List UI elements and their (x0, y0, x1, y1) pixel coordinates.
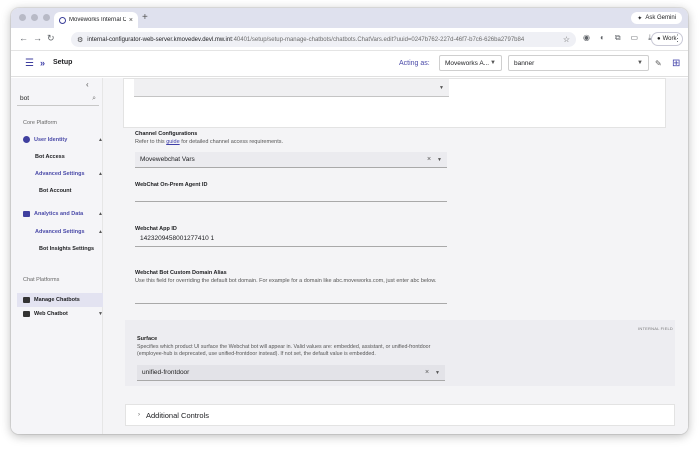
channel-configurations-help: Refer to this guide for detailed channel… (135, 139, 283, 145)
sidebar-item-label: Manage Chatbots (34, 297, 80, 303)
browser-menu-icon[interactable]: ⋮ (673, 33, 682, 44)
help-text: Refer to this (135, 139, 165, 145)
chevron-down-icon[interactable]: ▼ (435, 370, 440, 376)
url-path: :40401/setup/setup-manage-chatbots/chatb… (231, 36, 525, 43)
chevron-down-icon[interactable]: ▼ (437, 157, 442, 163)
channel-configurations-label: Channel Configurations (135, 131, 198, 137)
sidepanel-icon[interactable]: ▭ (631, 33, 639, 43)
main-content: ▼ Channel Configurations Refer to this g… (103, 78, 688, 434)
sidebar-item-advanced-settings[interactable]: Advanced Settings ▲ (35, 171, 103, 177)
sidebar-item-analytics[interactable]: Analytics and Data ▲ (23, 211, 103, 217)
sidebar-item-label: Web Chatbot (34, 311, 68, 317)
org-select[interactable]: banner ▼ (508, 55, 649, 71)
chat-icon (23, 297, 30, 303)
back-icon[interactable]: ← (19, 33, 28, 43)
analytics-icon (23, 211, 30, 217)
onprem-agent-id-input[interactable] (135, 186, 447, 202)
internal-field-badge: INTERNAL FIELD (638, 326, 673, 331)
edit-pencil-icon[interactable]: ✎ (655, 59, 662, 68)
surface-label: Surface (137, 336, 158, 342)
sidebar-item-label: Bot Access (35, 154, 65, 160)
apps-grid-icon[interactable]: ⊞ (672, 58, 680, 69)
hamburger-menu-icon[interactable]: ☰ (25, 58, 34, 69)
chevron-down-icon: ▼ (439, 85, 444, 91)
sidebar-item-label: Bot Insights Settings (39, 246, 94, 252)
channel-configurations-select[interactable]: Movewebchat Vars × ▼ (135, 152, 447, 168)
collapse-sidebar-icon[interactable]: ‹ (86, 80, 89, 89)
additional-controls-accordion[interactable]: › Additional Controls (125, 404, 675, 426)
sidebar-search-input[interactable]: bot ⌕ (17, 92, 99, 106)
guide-link[interactable]: guide (166, 139, 179, 145)
gemini-icon: ✦ (637, 15, 643, 22)
sidebar-item-web-chatbot[interactable]: Web Chatbot ▼ (23, 311, 103, 317)
section-core-platform: Core Platform (23, 120, 57, 126)
custom-domain-alias-help: Use this field for overriding the defaul… (135, 278, 437, 284)
reload-icon[interactable]: ↻ (47, 33, 55, 44)
sidebar-item-bot-access[interactable]: Bot Access (35, 154, 103, 160)
sidebar: ‹ bot ⌕ Core Platform User Identity ▲ Bo… (11, 78, 103, 434)
clear-icon[interactable]: × (427, 156, 431, 163)
sidebar-item-label: Advanced Settings (35, 229, 85, 235)
browser-tab[interactable]: Moveworks Internal Configura × (54, 12, 138, 28)
chevron-down-icon: ▼ (490, 60, 496, 66)
sidebar-item-user-identity[interactable]: User Identity ▲ (23, 136, 103, 143)
custom-domain-alias-input[interactable] (135, 288, 447, 304)
sidebar-item-label: Bot Account (39, 188, 72, 194)
window-controls[interactable] (19, 14, 50, 21)
ask-gemini-button[interactable]: ✦ Ask Gemini (631, 12, 682, 24)
section-chat-platforms: Chat Platforms (23, 277, 60, 283)
org-value: banner (514, 59, 535, 67)
sidebar-item-label: Analytics and Data (34, 211, 84, 217)
surface-help: Specifies which product UI surface the W… (137, 344, 431, 357)
sidebar-item-bot-account[interactable]: Bot Account (39, 188, 103, 194)
chat-icon (23, 311, 30, 317)
search-icon[interactable]: ⌕ (92, 95, 96, 103)
address-bar[interactable]: ⚙ internal-configurator-web-server.kmove… (71, 32, 576, 47)
tab-title: Moveworks Internal Configura (69, 17, 126, 23)
acting-as-value: Moveworks A... (445, 59, 490, 67)
sidebar-item-bot-insights-settings[interactable]: Bot Insights Settings (39, 246, 103, 252)
url-host: internal-configurator-web-server.kmovede… (87, 36, 232, 43)
webchat-app-id-input[interactable]: 1423209458001277410 1 (135, 231, 447, 247)
app-header: ☰ » Setup Acting as: Moveworks A... ▼ ba… (11, 51, 688, 77)
extensions-puzzle-icon[interactable]: ⧉ (615, 33, 621, 43)
sidebar-item-label: Advanced Settings (35, 171, 85, 177)
moveworks-logo-icon: » (40, 58, 46, 68)
input-value: 1423209458001277410 1 (140, 235, 215, 242)
forward-icon[interactable]: → (33, 33, 42, 43)
profile-avatar-icon: ● (657, 36, 661, 42)
ask-gemini-label: Ask Gemini (645, 15, 676, 21)
help-text: for detailed channel access requirements… (181, 139, 283, 145)
select-value: Movewebchat Vars (140, 156, 195, 163)
moveworks-favicon-icon (59, 16, 66, 24)
custom-domain-alias-label: Webchat Bot Custom Domain Alias (135, 270, 227, 276)
site-info-icon[interactable]: ⚙ (77, 36, 83, 44)
clear-icon[interactable]: × (425, 369, 429, 376)
extension-icons: ◉ ◐ ⧉ ▭ ⤓ (583, 33, 652, 43)
bookmark-star-icon[interactable]: ☆ (563, 35, 570, 44)
previous-select[interactable]: ▼ (134, 79, 449, 97)
acting-as-select[interactable]: Moveworks A... ▼ (439, 55, 502, 71)
tab-strip: Moveworks Internal Configura × + ✦ Ask G… (11, 8, 688, 28)
extension-icon[interactable]: ◐ (600, 33, 605, 43)
chevron-down-icon: ▼ (637, 60, 643, 66)
sidebar-item-manage-chatbots[interactable]: Manage Chatbots (23, 293, 103, 307)
surface-select[interactable]: unified-frontdoor × ▼ (137, 365, 445, 381)
additional-controls-label: Additional Controls (146, 410, 209, 420)
search-value: bot (20, 95, 30, 102)
new-tab-button[interactable]: + (142, 12, 148, 23)
acting-as-label: Acting as: (399, 60, 430, 67)
close-tab-icon[interactable]: × (129, 17, 133, 24)
browser-window: Moveworks Internal Configura × + ✦ Ask G… (11, 8, 688, 434)
extension-icon[interactable]: ◉ (583, 33, 590, 43)
browser-toolbar: ← → ↻ ⚙ internal-configurator-web-server… (11, 28, 688, 51)
page-title: Setup (53, 59, 73, 66)
surface-panel: INTERNAL FIELD Surface Specifies which p… (125, 320, 675, 386)
sidebar-item-advanced-settings-2[interactable]: Advanced Settings ▲ (35, 229, 103, 235)
sidebar-item-label: User Identity (34, 136, 68, 143)
chevron-right-icon: › (138, 412, 140, 418)
user-identity-icon (23, 136, 30, 143)
select-value: unified-frontdoor (142, 369, 190, 376)
previous-section-card: ▼ (123, 78, 666, 128)
